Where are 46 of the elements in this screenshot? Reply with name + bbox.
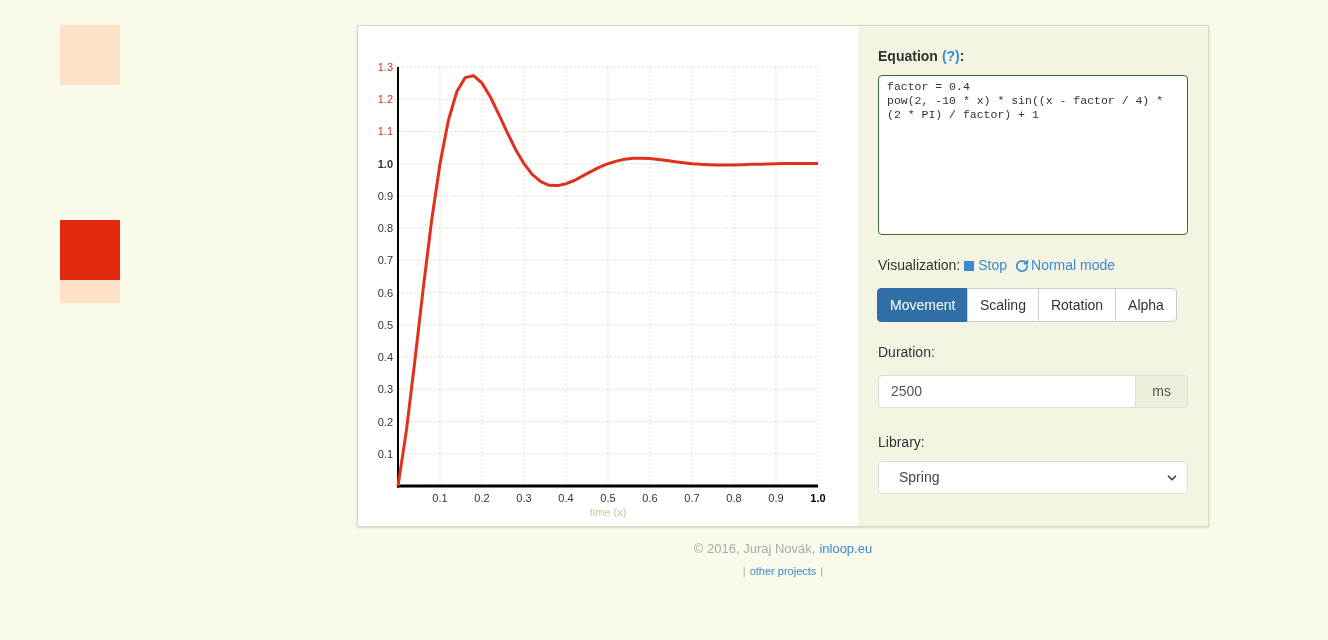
x-tick-label: 0.4 (558, 492, 574, 504)
x-tick-label: 0.6 (642, 492, 658, 504)
library-select[interactable]: Spring (878, 461, 1188, 494)
mode-tab[interactable]: Movement (877, 288, 968, 322)
duration-field[interactable]: 2500 (878, 375, 1137, 408)
y-tick-label: 0.3 (377, 383, 393, 396)
colon: : (959, 47, 965, 66)
y-tick-label: 1.2 (377, 93, 393, 106)
mode-tab[interactable]: Rotation (1037, 288, 1117, 322)
y-tick-label: 0.8 (377, 222, 393, 235)
website-link[interactable]: inloop.eu (819, 539, 873, 559)
copyright-text: © 2016, Juraj Novák, (693, 540, 816, 558)
y-tick-label: 1.3 (377, 61, 393, 73)
y-tick-label: 1.0 (377, 157, 393, 170)
x-tick-label: 0.9 (768, 492, 784, 504)
y-tick-label: 0.7 (377, 254, 393, 267)
mode-tab[interactable]: Scaling (967, 288, 1039, 322)
x-tick-label: 0.2 (474, 492, 490, 504)
y-tick-label: 0.5 (377, 318, 393, 331)
separator: | (742, 563, 746, 579)
x-tick-label: 0.8 (726, 492, 742, 504)
y-tick-label: 0.9 (377, 189, 393, 202)
equation-label: Equation (878, 47, 938, 66)
duration-label: Duration: (878, 343, 936, 362)
unit-label: ms (1136, 375, 1188, 408)
equation-field[interactable]: factor = 0.4 pow(2, -10 * x) * sin((x - factor / 4) * (2 * PI) / factor) + 1 (878, 75, 1188, 235)
stop-icon (964, 260, 975, 271)
visualization-label: Visualization: (878, 256, 961, 275)
refresh-icon (1015, 258, 1030, 273)
x-axis-title: time (x) (589, 506, 627, 518)
x-tick-label: 1.0 (810, 492, 826, 504)
y-tick-label: 0.1 (377, 447, 393, 460)
x-tick-label: 0.1 (432, 492, 448, 504)
y-tick-label: 0.2 (377, 415, 393, 428)
x-tick-label: 0.3 (516, 492, 532, 504)
square (60, 25, 120, 85)
y-tick-label: 0.6 (377, 286, 393, 299)
y-tick-label: 1.1 (377, 125, 393, 138)
other-projects-link[interactable]: other projects (749, 562, 817, 579)
y-tick-label: 0.4 (377, 351, 393, 364)
x-tick-label: 0.7 (684, 492, 700, 504)
library-label: Library: (878, 433, 926, 452)
mode-tab[interactable]: Alpha (1115, 288, 1177, 322)
separator: | (820, 563, 824, 579)
x-tick-label: 0.5 (600, 492, 616, 504)
square (60, 220, 120, 280)
